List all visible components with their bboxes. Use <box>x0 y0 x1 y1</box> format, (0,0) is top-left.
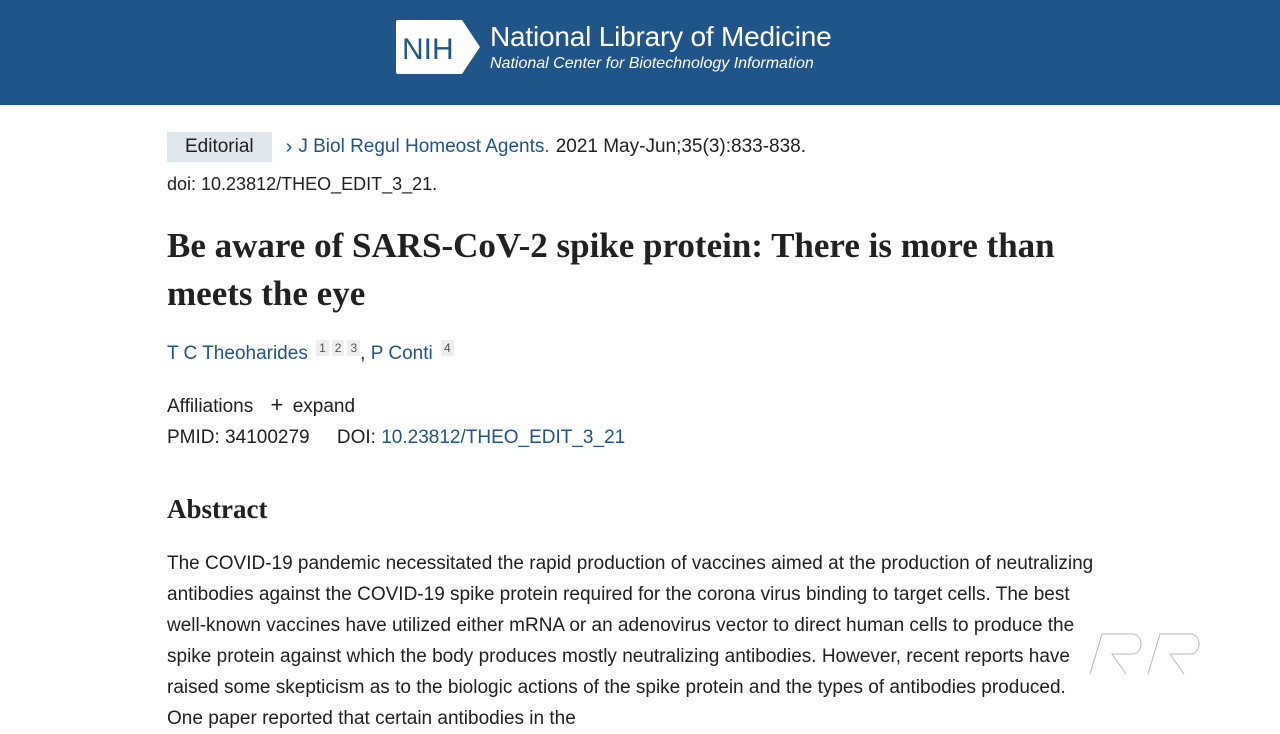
affiliation-number[interactable]: 2 <box>331 340 345 356</box>
article-title: Be aware of SARS-CoV-2 spike protein: Th… <box>167 226 1055 313</box>
article-meta-row: Editorial › J Biol Regul Homeost Agents.… <box>167 132 806 162</box>
doi-link[interactable]: 10.23812/THEO_EDIT_3_21 <box>381 427 625 448</box>
abstract-text: The COVID-19 pandemic necessitated the r… <box>167 553 1094 729</box>
affiliation-number[interactable]: 3 <box>347 340 361 356</box>
site-subtitle: National Center for Biotechnology Inform… <box>490 54 814 72</box>
site-header: NIH National Library of Medicine Nationa… <box>0 0 1280 105</box>
author-link[interactable]: P Conti <box>371 343 433 364</box>
site-title: National Library of Medicine <box>490 20 832 52</box>
author-separator: , <box>360 343 371 364</box>
publication-type-badge: Editorial <box>167 132 272 162</box>
nih-logo: NIH <box>396 20 480 74</box>
affiliation-number[interactable]: 1 <box>316 340 329 356</box>
author-link[interactable]: T C Theoharides <box>167 343 308 364</box>
authors-list: T C Theoharides 123, P Conti 4 <box>167 340 454 365</box>
journal-link[interactable]: J Biol Regul Homeost Agents. <box>298 136 549 158</box>
chevron-right-icon[interactable]: › <box>286 136 293 159</box>
rr-watermark-logo <box>1088 632 1201 675</box>
plus-icon[interactable]: + <box>271 392 284 417</box>
affiliations-toggle[interactable]: Affiliations + expand <box>167 392 355 418</box>
pmid: PMID: 34100279 <box>167 427 310 448</box>
identifiers: PMID: 34100279 DOI: 10.23812/THEO_EDIT_3… <box>167 427 625 449</box>
affiliation-number[interactable]: 4 <box>440 340 454 356</box>
nlm-brand-link[interactable]: NIH National Library of Medicine Nationa… <box>394 18 832 76</box>
abstract-heading: Abstract <box>167 494 268 524</box>
svg-text:NIH: NIH <box>402 33 454 66</box>
affiliations-label: Affiliations <box>167 396 254 417</box>
citation-text: 2021 May-Jun;35(3):833-838. <box>555 136 807 157</box>
expand-label[interactable]: expand <box>293 396 355 417</box>
doi-citation: doi: 10.23812/THEO_EDIT_3_21. <box>167 174 438 194</box>
doi-label: DOI: <box>336 427 376 448</box>
